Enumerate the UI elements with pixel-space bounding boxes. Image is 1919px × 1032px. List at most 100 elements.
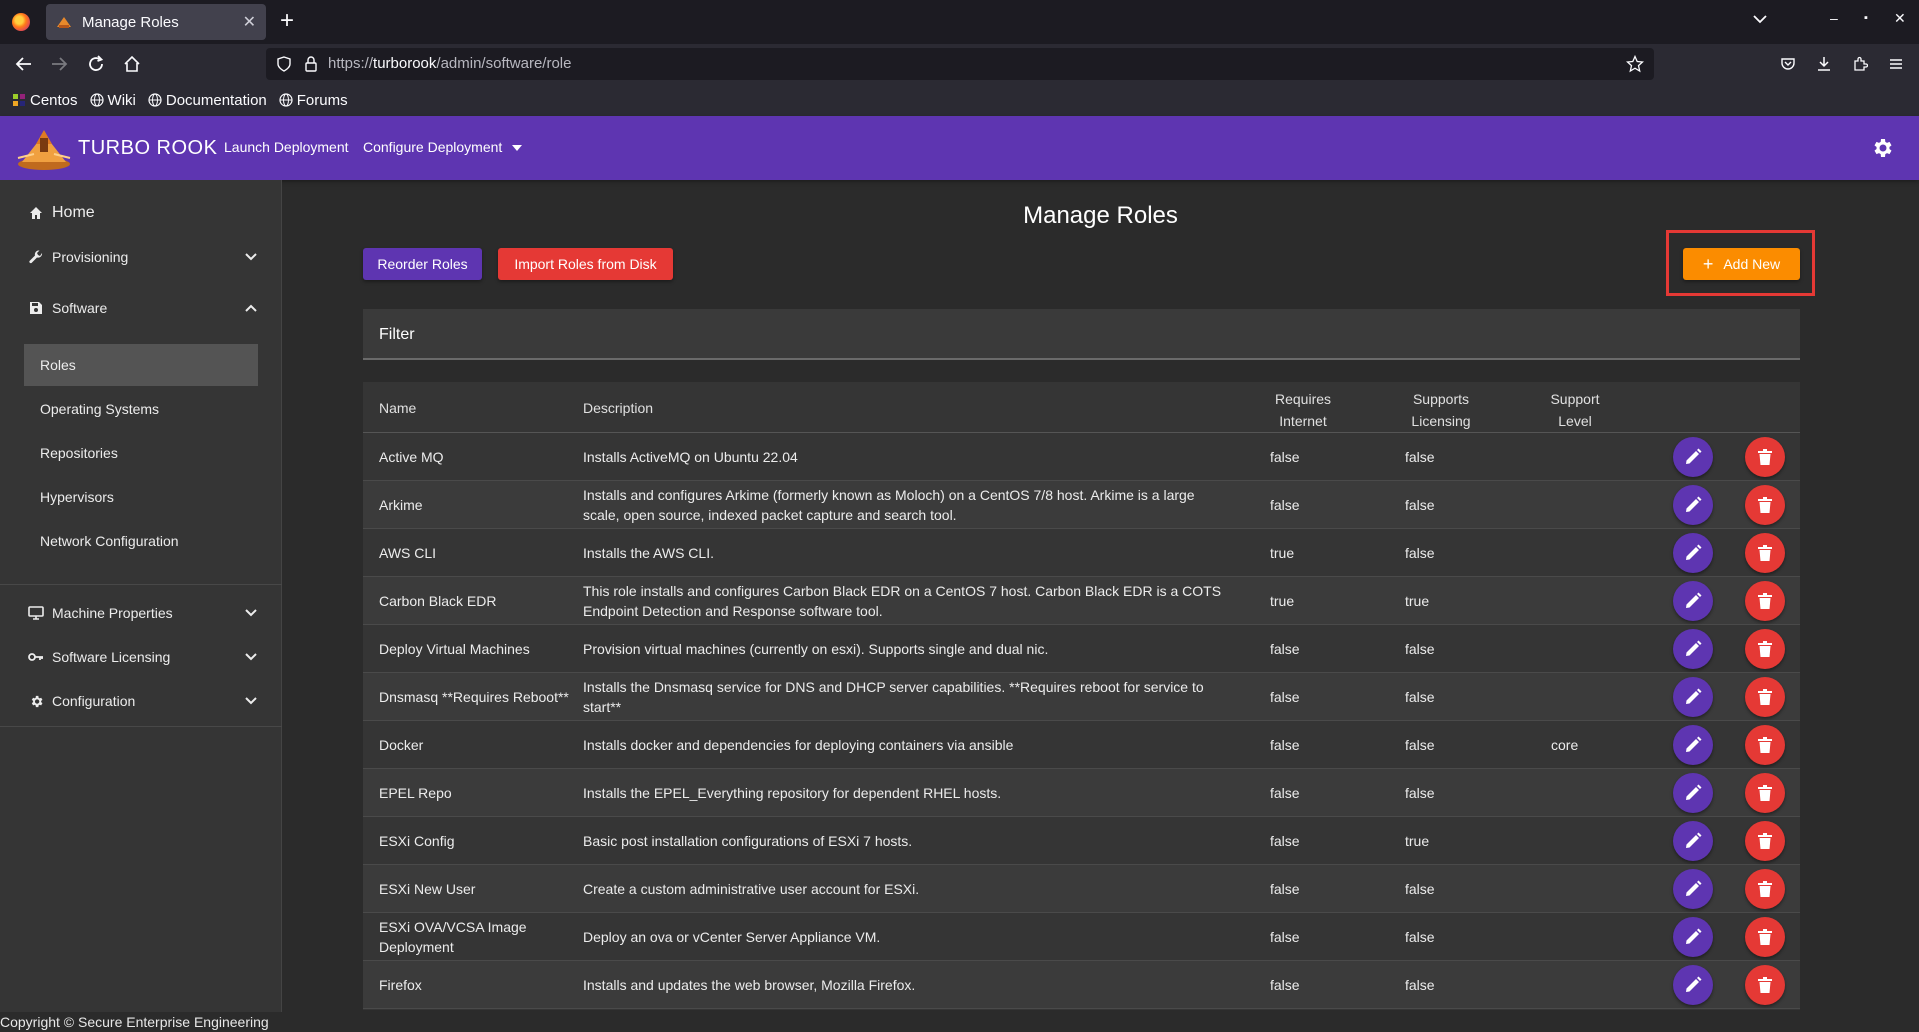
bookmark-documentation[interactable]: Documentation [148, 92, 267, 109]
centos-icon [13, 94, 25, 106]
firefox-icon[interactable] [12, 13, 30, 31]
sidebar-item-hypervisors[interactable]: Hypervisors [24, 476, 258, 518]
requires-internet-cell: false [1270, 785, 1300, 801]
edit-role-button[interactable] [1673, 581, 1713, 621]
support-level-cell [1551, 961, 1631, 1009]
forward-icon[interactable] [47, 52, 71, 76]
reorder-roles-button[interactable]: Reorder Roles [363, 248, 482, 280]
brand-logo[interactable]: TURBO ROOK [14, 124, 217, 172]
column-header-requires-internet[interactable]: Requires Internet [1263, 388, 1343, 432]
edit-role-button[interactable] [1673, 917, 1713, 957]
delete-role-button[interactable] [1745, 533, 1785, 573]
sidebar-item-machine-properties[interactable]: Machine Properties [0, 595, 282, 631]
bookmark-centos[interactable]: Centos [12, 92, 78, 109]
table-row: Docker Installs docker and dependencies … [363, 721, 1800, 769]
bookmark-star-icon[interactable] [1626, 55, 1644, 73]
turbo-rook-logo-icon [17, 130, 71, 170]
sidebar-item-software-licensing[interactable]: Software Licensing [0, 639, 282, 675]
supports-licensing-cell: false [1405, 449, 1435, 465]
minimize-icon[interactable]: – [1830, 10, 1838, 26]
pocket-icon[interactable] [1776, 52, 1800, 76]
url-text[interactable]: https://turborook/admin/software/role [328, 55, 571, 72]
new-tab-icon[interactable]: + [280, 8, 294, 34]
delete-role-button[interactable] [1745, 677, 1785, 717]
delete-role-button[interactable] [1745, 773, 1785, 813]
turbo-rook-favicon-icon [57, 17, 71, 28]
edit-role-button[interactable] [1673, 437, 1713, 477]
import-roles-button[interactable]: Import Roles from Disk [498, 248, 673, 280]
requires-internet-cell: false [1270, 497, 1300, 513]
role-name-cell: ESXi OVA/VCSA Image Deployment [379, 919, 527, 955]
edit-role-button[interactable] [1673, 677, 1713, 717]
delete-role-button[interactable] [1745, 437, 1785, 477]
app-menu-icon[interactable] [1884, 52, 1908, 76]
edit-role-button[interactable] [1673, 773, 1713, 813]
edit-role-button[interactable] [1673, 485, 1713, 525]
delete-role-button[interactable] [1745, 869, 1785, 909]
pencil-icon [1686, 880, 1702, 896]
shield-icon[interactable] [276, 56, 292, 72]
sidebar-item-home[interactable]: Home [0, 195, 282, 231]
delete-role-button[interactable] [1745, 821, 1785, 861]
sidebar-item-operating-systems[interactable]: Operating Systems [24, 388, 258, 430]
delete-role-button[interactable] [1745, 581, 1785, 621]
support-level-cell [1551, 673, 1631, 721]
delete-role-button[interactable] [1745, 629, 1785, 669]
sidebar-item-repositories[interactable]: Repositories [24, 432, 258, 474]
role-name-cell: Deploy Virtual Machines [379, 641, 530, 657]
trash-icon [1758, 833, 1772, 849]
column-header-support-level[interactable]: Support Level [1543, 388, 1607, 432]
caret-down-icon[interactable] [512, 145, 522, 151]
sidebar-item-label: Software [52, 300, 108, 316]
filter-panel[interactable]: Filter [363, 309, 1800, 360]
delete-role-button[interactable] [1745, 965, 1785, 1005]
back-icon[interactable] [12, 52, 36, 76]
tab-list-chevron-icon[interactable] [1752, 11, 1768, 27]
table-row: AWS CLI Installs the AWS CLI. true false [363, 529, 1800, 577]
extensions-icon[interactable] [1848, 52, 1872, 76]
column-header-supports-licensing[interactable]: Supports Licensing [1399, 388, 1483, 432]
sidebar-item-software[interactable]: Software [0, 290, 282, 326]
edit-role-button[interactable] [1673, 533, 1713, 573]
lock-icon[interactable] [304, 56, 318, 72]
home-icon[interactable] [120, 52, 144, 76]
bookmark-wiki[interactable]: Wiki [89, 91, 136, 109]
window-close-icon[interactable]: ✕ [1894, 10, 1906, 27]
settings-gear-icon[interactable] [1870, 136, 1894, 160]
column-header-name[interactable]: Name [379, 400, 416, 416]
add-new-button[interactable]: + Add New [1683, 248, 1800, 280]
pencil-icon [1686, 976, 1702, 992]
maximize-icon[interactable]: ▪ [1864, 12, 1868, 24]
delete-role-button[interactable] [1745, 725, 1785, 765]
role-name-cell: Carbon Black EDR [379, 593, 497, 609]
support-level-cell [1551, 529, 1631, 577]
sidebar-item-provisioning[interactable]: Provisioning [0, 239, 282, 275]
sidebar-item-configuration[interactable]: Configuration [0, 683, 282, 719]
support-level-cell [1551, 913, 1631, 961]
launch-deployment-link[interactable]: Launch Deployment [224, 139, 349, 155]
role-name-cell: AWS CLI [379, 545, 437, 561]
bookmark-forums[interactable]: Forums [279, 92, 348, 109]
url-bar[interactable]: https://turborook/admin/software/role [266, 48, 1654, 80]
sidebar-item-network-configuration[interactable]: Network Configuration [24, 520, 258, 562]
column-header-description[interactable]: Description [583, 400, 653, 416]
edit-role-button[interactable] [1673, 821, 1713, 861]
delete-role-button[interactable] [1745, 917, 1785, 957]
edit-role-button[interactable] [1673, 725, 1713, 765]
trash-icon [1758, 737, 1772, 753]
downloads-icon[interactable] [1812, 52, 1836, 76]
reload-icon[interactable] [84, 52, 108, 76]
sidebar-item-roles[interactable]: Roles [24, 344, 258, 386]
bookmark-label: Forums [296, 91, 348, 109]
edit-role-button[interactable] [1673, 869, 1713, 909]
copyright-footer: Copyright © Secure Enterprise Engineerin… [0, 1012, 300, 1032]
browser-tab[interactable]: Manage Roles ✕ [46, 4, 266, 40]
edit-role-button[interactable] [1673, 965, 1713, 1005]
configure-deployment-menu[interactable]: Configure Deployment [363, 139, 502, 155]
delete-role-button[interactable] [1745, 485, 1785, 525]
bookmark-label: Wiki [107, 91, 136, 109]
tab-close-icon[interactable]: ✕ [243, 12, 256, 32]
role-description-cell: Deploy an ova or vCenter Server Applianc… [583, 929, 881, 945]
role-name-cell: EPEL Repo [379, 785, 452, 801]
edit-role-button[interactable] [1673, 629, 1713, 669]
